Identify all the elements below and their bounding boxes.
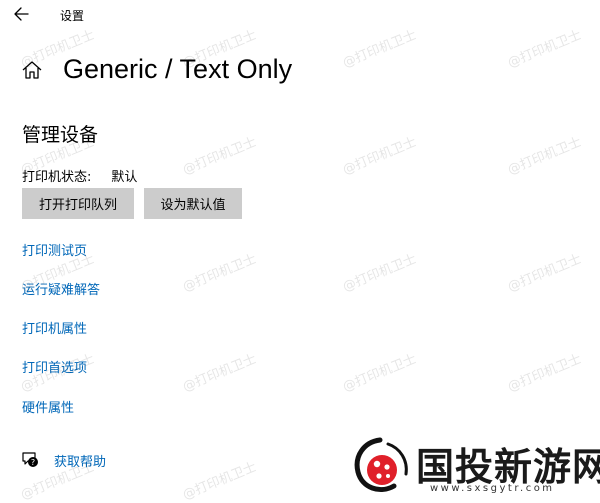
status-label: 打印机状态: (22, 170, 92, 185)
printing-preferences-link[interactable]: 打印首选项 (22, 357, 87, 376)
set-default-button[interactable]: 设为默认值 (144, 188, 242, 219)
printer-status-row: 打印机状态: 默认 (22, 166, 137, 185)
watermark-text: @打印机卫士 (340, 251, 419, 295)
home-icon (21, 60, 43, 80)
print-test-page-link[interactable]: 打印测试页 (22, 240, 87, 259)
watermark-text: @打印机卫士 (505, 251, 584, 295)
watermark-text: @打印机卫士 (505, 134, 584, 178)
get-help-link[interactable]: 获取帮助 (54, 451, 106, 470)
title-bar: 设置 (0, 0, 600, 30)
logo-mark-icon (354, 437, 408, 492)
window-title: 设置 (60, 9, 85, 23)
logo-url: www.sxsgytr.com (430, 483, 555, 494)
watermark-text: @打印机卫士 (180, 459, 259, 503)
watermark-text: @打印机卫士 (340, 134, 419, 178)
back-button[interactable] (12, 4, 34, 24)
watermark-text: @打印机卫士 (340, 27, 419, 71)
printer-properties-link[interactable]: 打印机属性 (22, 318, 87, 337)
help-chat-icon: ? (20, 449, 40, 469)
site-logo: 国投新游网 www.sxsgytr.com (350, 430, 600, 500)
open-print-queue-button[interactable]: 打开打印队列 (22, 188, 134, 219)
watermark-text: @打印机卫士 (180, 134, 259, 178)
back-arrow-icon (14, 7, 29, 21)
watermark-text: @打印机卫士 (505, 351, 584, 395)
status-value: 默认 (111, 170, 138, 185)
watermark-text: @打印机卫士 (340, 351, 419, 395)
page-title: Generic / Text Only (63, 54, 293, 84)
watermark-text: @打印机卫士 (505, 27, 584, 71)
svg-text:?: ? (31, 458, 35, 467)
section-title: 管理设备 (22, 124, 99, 146)
watermark-text: @打印机卫士 (180, 251, 259, 295)
watermark-text: @打印机卫士 (180, 351, 259, 395)
run-troubleshooter-link[interactable]: 运行疑难解答 (22, 279, 100, 298)
hardware-properties-link[interactable]: 硬件属性 (22, 397, 74, 416)
